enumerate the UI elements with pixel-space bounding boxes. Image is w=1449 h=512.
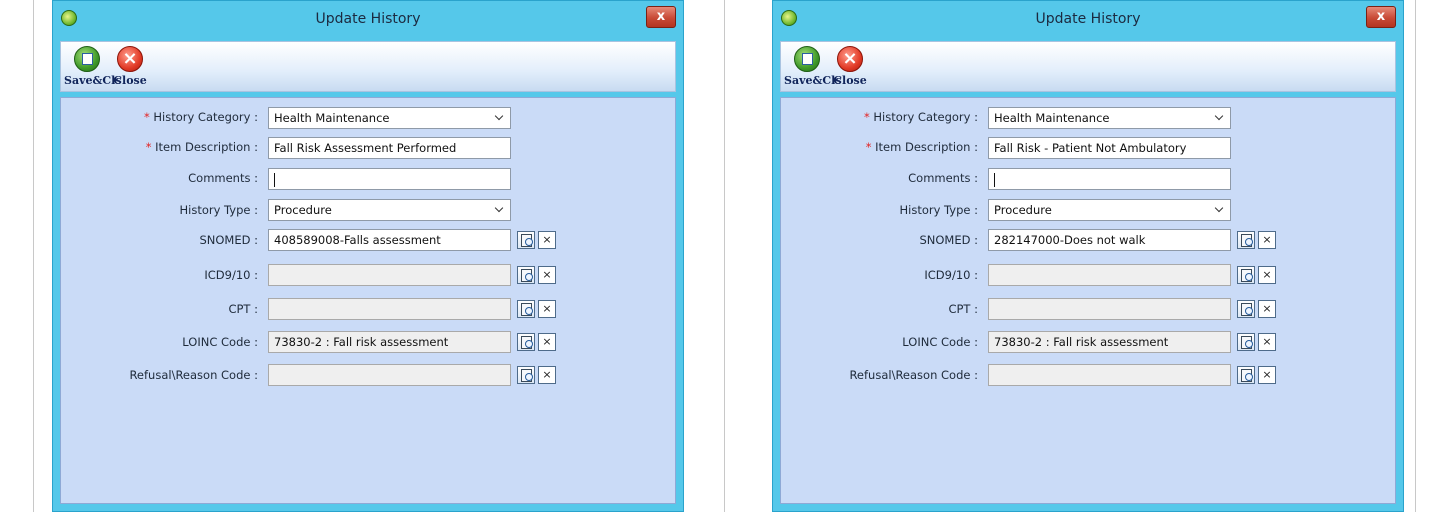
toolbar: Save&Cls Close	[60, 41, 676, 92]
history-category-select[interactable]: Health Maintenance	[268, 107, 511, 129]
snomed-input[interactable]: 282147000-Does not walk	[988, 229, 1231, 251]
loinc-clear-icon[interactable]: ×	[538, 333, 556, 351]
loinc-label: LOINC Code :	[902, 335, 978, 349]
loinc-clear-icon[interactable]: ×	[1258, 333, 1276, 351]
snomed-clear-icon[interactable]: ×	[538, 231, 556, 249]
history-type-label: History Type :	[179, 203, 258, 217]
window-close-icon[interactable]: x	[646, 6, 676, 28]
refusal-clear-icon[interactable]: ×	[1258, 366, 1276, 384]
history-type-label: History Type :	[899, 203, 978, 217]
close-icon	[837, 46, 863, 72]
comments-label: Comments :	[908, 171, 978, 185]
history-category-label: * History Category :	[144, 110, 258, 124]
icd-clear-icon[interactable]: ×	[1258, 266, 1276, 284]
icd-label: ICD9/10 :	[204, 268, 258, 282]
save-close-icon	[794, 46, 820, 72]
save-close-button[interactable]: Save&Cls	[784, 46, 842, 87]
comments-input[interactable]	[988, 168, 1231, 190]
refusal-clear-icon[interactable]: ×	[538, 366, 556, 384]
table-border-middle	[724, 0, 725, 512]
table-border-right	[1415, 0, 1416, 512]
cpt-label: CPT :	[228, 302, 258, 316]
loinc-input[interactable]: 73830-2 : Fall risk assessment	[268, 331, 511, 353]
history-type-select[interactable]: Procedure	[988, 199, 1231, 221]
toolbar: Save&Cls Close	[780, 41, 1396, 92]
history-category-label-text: History Category :	[153, 110, 258, 124]
save-close-icon	[74, 46, 100, 72]
history-category-label-text: History Category :	[873, 110, 978, 124]
refusal-input[interactable]	[268, 364, 511, 386]
history-category-value: Health Maintenance	[274, 111, 390, 125]
text-cursor	[994, 172, 995, 187]
required-mark: *	[143, 110, 150, 124]
required-mark: *	[145, 140, 152, 154]
history-type-value: Procedure	[994, 203, 1052, 217]
refusal-lookup-icon[interactable]	[517, 366, 535, 384]
item-description-label: * Item Description :	[146, 140, 258, 154]
close-icon	[117, 46, 143, 72]
form-panel: * History Category : Health Maintenance …	[60, 97, 676, 504]
update-history-dialog-2: Update History x Save&Cls Close * Histor…	[772, 0, 1404, 512]
snomed-input[interactable]: 408589008-Falls assessment	[268, 229, 511, 251]
close-button[interactable]: Close	[833, 46, 867, 87]
icd-input[interactable]	[988, 264, 1231, 286]
window-close-icon[interactable]: x	[1366, 6, 1396, 28]
cpt-lookup-icon[interactable]	[1237, 300, 1255, 318]
refusal-lookup-icon[interactable]	[1237, 366, 1255, 384]
save-close-label: Save&Cls	[64, 74, 122, 87]
cpt-clear-icon[interactable]: ×	[538, 300, 556, 318]
title-bar[interactable]: Update History x	[53, 1, 683, 41]
history-type-value: Procedure	[274, 203, 332, 217]
icd-label: ICD9/10 :	[924, 268, 978, 282]
snomed-clear-icon[interactable]: ×	[1258, 231, 1276, 249]
close-button[interactable]: Close	[113, 46, 147, 87]
item-description-input[interactable]: Fall Risk - Patient Not Ambulatory	[988, 137, 1231, 159]
item-description-input[interactable]: Fall Risk Assessment Performed	[268, 137, 511, 159]
refusal-label: Refusal\Reason Code :	[129, 368, 258, 382]
cpt-label: CPT :	[948, 302, 978, 316]
form-panel: * History Category : Health Maintenance …	[780, 97, 1396, 504]
snomed-label: SNOMED :	[199, 233, 258, 247]
refusal-input[interactable]	[988, 364, 1231, 386]
dialog-title: Update History	[1035, 11, 1141, 27]
item-description-label-text: Item Description :	[155, 140, 258, 154]
history-category-label: * History Category :	[864, 110, 978, 124]
icd-input[interactable]	[268, 264, 511, 286]
snomed-lookup-icon[interactable]	[1237, 231, 1255, 249]
history-category-value: Health Maintenance	[994, 111, 1110, 125]
cpt-input[interactable]	[268, 298, 511, 320]
update-history-dialog-1: Update History x Save&Cls Close * Histor…	[52, 0, 684, 512]
comments-label: Comments :	[188, 171, 258, 185]
required-mark: *	[863, 110, 870, 124]
icd-lookup-icon[interactable]	[1237, 266, 1255, 284]
cpt-lookup-icon[interactable]	[517, 300, 535, 318]
loinc-label: LOINC Code :	[182, 335, 258, 349]
icd-clear-icon[interactable]: ×	[538, 266, 556, 284]
history-category-select[interactable]: Health Maintenance	[988, 107, 1231, 129]
title-bar[interactable]: Update History x	[773, 1, 1403, 41]
save-close-label: Save&Cls	[784, 74, 842, 87]
cpt-clear-icon[interactable]: ×	[1258, 300, 1276, 318]
snomed-label: SNOMED :	[919, 233, 978, 247]
loinc-lookup-icon[interactable]	[517, 333, 535, 351]
item-description-label: * Item Description :	[866, 140, 978, 154]
table-border-left	[33, 0, 34, 512]
history-type-select[interactable]: Procedure	[268, 199, 511, 221]
required-mark: *	[865, 140, 872, 154]
loinc-input[interactable]: 73830-2 : Fall risk assessment	[988, 331, 1231, 353]
close-label: Close	[113, 74, 147, 87]
save-close-button[interactable]: Save&Cls	[64, 46, 122, 87]
close-label: Close	[833, 74, 867, 87]
dialog-title: Update History	[315, 11, 421, 27]
text-cursor	[274, 172, 275, 187]
item-description-label-text: Item Description :	[875, 140, 978, 154]
cpt-input[interactable]	[988, 298, 1231, 320]
icd-lookup-icon[interactable]	[517, 266, 535, 284]
refusal-label: Refusal\Reason Code :	[849, 368, 978, 382]
snomed-lookup-icon[interactable]	[517, 231, 535, 249]
loinc-lookup-icon[interactable]	[1237, 333, 1255, 351]
comments-input[interactable]	[268, 168, 511, 190]
